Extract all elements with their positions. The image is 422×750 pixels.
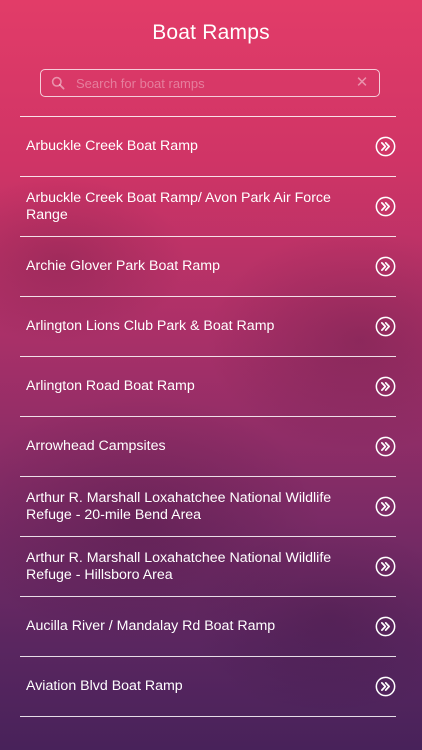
- list-item-label: Archie Glover Park Boat Ramp: [26, 258, 220, 275]
- double-chevron-right-icon: [375, 616, 396, 637]
- double-chevron-right-icon: [375, 136, 396, 157]
- double-chevron-right-icon: [375, 676, 396, 697]
- double-chevron-right-icon: [375, 496, 396, 517]
- list-item-label: Arbuckle Creek Boat Ramp: [26, 138, 198, 155]
- search-icon: [50, 75, 66, 91]
- page-title: Boat Ramps: [152, 21, 270, 44]
- list-item[interactable]: Arbuckle Creek Boat Ramp/ Avon Park Air …: [20, 177, 396, 237]
- list-item[interactable]: Arthur R. Marshall Loxahatchee National …: [20, 477, 396, 537]
- list-item-label: Arlington Road Boat Ramp: [26, 378, 195, 395]
- boat-ramp-list: Arbuckle Creek Boat Ramp Arbuckle Creek …: [20, 116, 396, 717]
- list-item[interactable]: Arlington Road Boat Ramp: [20, 357, 396, 417]
- double-chevron-right-icon: [375, 196, 396, 217]
- double-chevron-right-icon: [375, 556, 396, 577]
- list-item-label: Arbuckle Creek Boat Ramp/ Avon Park Air …: [26, 190, 331, 223]
- list-item[interactable]: Arbuckle Creek Boat Ramp: [20, 117, 396, 177]
- app-header: Boat Ramps: [0, 0, 422, 66]
- list-item[interactable]: Archie Glover Park Boat Ramp: [20, 237, 396, 297]
- close-icon[interactable]: ✕: [349, 70, 375, 96]
- list-item-label: Arlington Lions Club Park & Boat Ramp: [26, 318, 275, 335]
- list-item[interactable]: Arlington Lions Club Park & Boat Ramp: [20, 297, 396, 357]
- search-bar[interactable]: ✕: [40, 69, 380, 97]
- list-item[interactable]: Aucilla River / Mandalay Rd Boat Ramp: [20, 597, 396, 657]
- double-chevron-right-icon: [375, 256, 396, 277]
- list-item-label: Arthur R. Marshall Loxahatchee National …: [26, 490, 332, 523]
- double-chevron-right-icon: [375, 316, 396, 337]
- double-chevron-right-icon: [375, 436, 396, 457]
- search-input[interactable]: [66, 70, 349, 96]
- list-item[interactable]: Arrowhead Campsites: [20, 417, 396, 477]
- double-chevron-right-icon: [375, 376, 396, 397]
- list-item[interactable]: Arthur R. Marshall Loxahatchee National …: [20, 537, 396, 597]
- list-item-label: Arrowhead Campsites: [26, 438, 166, 455]
- list-item-label: Arthur R. Marshall Loxahatchee National …: [26, 550, 332, 583]
- list-item[interactable]: Aviation Blvd Boat Ramp: [20, 657, 396, 717]
- list-item-label: Aviation Blvd Boat Ramp: [26, 678, 183, 695]
- list-item-label: Aucilla River / Mandalay Rd Boat Ramp: [26, 618, 276, 635]
